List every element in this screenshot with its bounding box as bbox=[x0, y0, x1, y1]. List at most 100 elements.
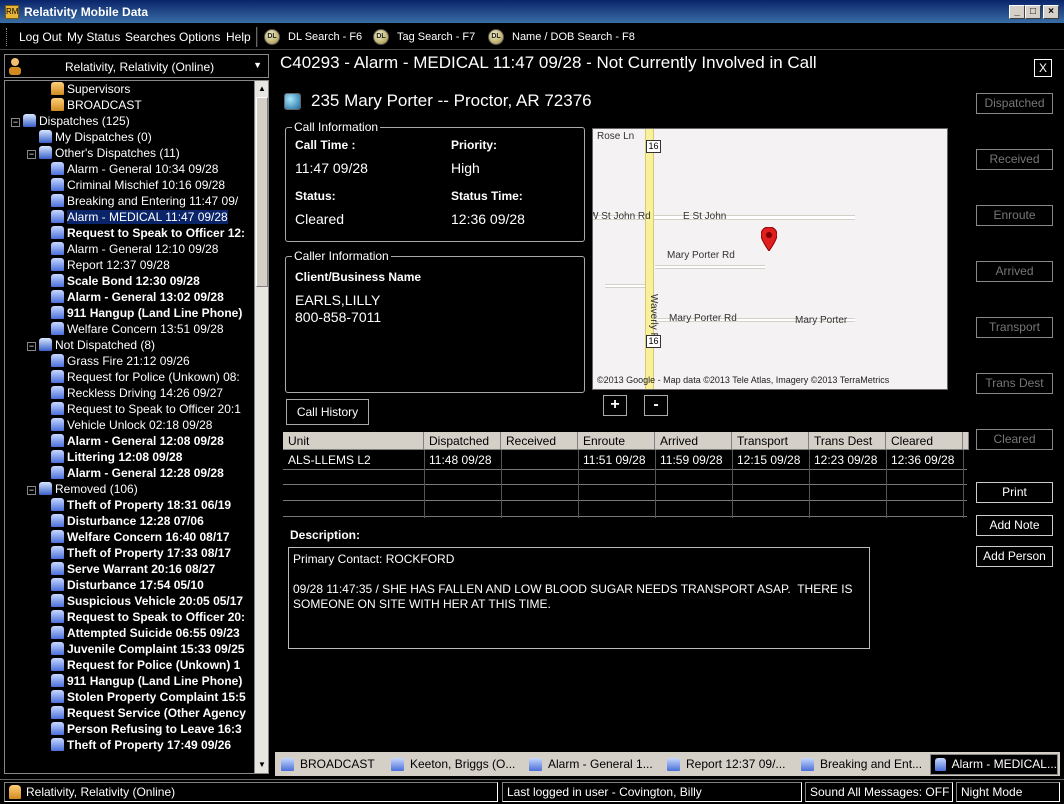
description-text[interactable]: Primary Contact: ROCKFORD 09/28 11:47:35… bbox=[288, 547, 870, 649]
minimize-button[interactable]: _ bbox=[1009, 5, 1025, 19]
name-dob-search-button[interactable]: DL Name / DOB Search - F8 bbox=[488, 28, 635, 46]
tree-item[interactable]: − Dispatches (125) bbox=[11, 113, 130, 129]
column-header[interactable]: Transport bbox=[732, 432, 809, 450]
tree-item[interactable]: Disturbance 12:28 07/06 bbox=[51, 513, 204, 529]
tree-item[interactable]: Theft of Property 17:33 08/17 bbox=[51, 545, 231, 561]
tree-item[interactable]: Criminal Mischief 10:16 09/28 bbox=[51, 177, 225, 193]
column-header[interactable]: Arrived bbox=[655, 432, 732, 450]
tree-item[interactable]: Alarm - General 12:28 09/28 bbox=[51, 465, 224, 481]
tree-item[interactable]: Grass Fire 21:12 09/26 bbox=[51, 353, 190, 369]
tree-item[interactable]: Request to Speak to Officer 20: bbox=[51, 609, 245, 625]
column-header[interactable]: Enroute bbox=[578, 432, 655, 450]
scroll-down-icon[interactable]: ▼ bbox=[256, 758, 268, 772]
column-header[interactable]: Cleared bbox=[886, 432, 963, 450]
column-header[interactable]: Dispatched bbox=[424, 432, 501, 450]
tree-scrollbar[interactable]: ▲ ▼ bbox=[254, 80, 269, 774]
status-button-transport[interactable]: Transport bbox=[976, 317, 1053, 338]
collapse-icon[interactable]: − bbox=[27, 150, 36, 159]
collapse-icon[interactable]: − bbox=[11, 118, 20, 127]
table-cell[interactable]: 12:23 09/28 bbox=[809, 453, 886, 468]
tree-item[interactable]: 911 Hangup (Land Line Phone) bbox=[51, 673, 242, 689]
tree-item[interactable]: Request to Speak to Officer 20:1 bbox=[51, 401, 241, 417]
status-button-enroute[interactable]: Enroute bbox=[976, 205, 1053, 226]
column-header[interactable]: Unit bbox=[283, 432, 424, 450]
table-cell[interactable]: 11:48 09/28 bbox=[424, 453, 501, 468]
status-button-dispatched[interactable]: Dispatched bbox=[976, 93, 1053, 114]
menu-searches[interactable]: Searches bbox=[125, 30, 176, 44]
table-cell[interactable]: 12:15 09/28 bbox=[732, 453, 809, 468]
tree-item[interactable]: Person Refusing to Leave 16:3 bbox=[51, 721, 242, 737]
call-tab[interactable]: Alarm - General 1... bbox=[525, 754, 657, 775]
status-button-trans-dest[interactable]: Trans Dest bbox=[976, 373, 1053, 394]
tree-item[interactable]: Serve Warrant 20:16 08/27 bbox=[51, 561, 215, 577]
table-cell[interactable]: 12:36 09/28 bbox=[886, 453, 963, 468]
call-tab[interactable]: Breaking and Ent... bbox=[797, 754, 924, 775]
tree-item[interactable]: − Not Dispatched (8) bbox=[27, 337, 155, 353]
tree-item[interactable]: Request to Speak to Officer 12: bbox=[51, 225, 245, 241]
tree-item[interactable]: Littering 12:08 09/28 bbox=[51, 449, 182, 465]
tree-item[interactable]: Scale Bond 12:30 09/28 bbox=[51, 273, 200, 289]
tree-item[interactable]: Welfare Concern 16:40 08/17 bbox=[51, 529, 230, 545]
tree-item[interactable]: Alarm - General 13:02 09/28 bbox=[51, 289, 224, 305]
status-button-print[interactable]: Print bbox=[976, 482, 1053, 503]
tree-item[interactable]: Request Service (Other Agency bbox=[51, 705, 246, 721]
tree-item[interactable]: Welfare Concern 13:51 09/28 bbox=[51, 321, 224, 337]
tree-item[interactable]: Alarm - MEDICAL 11:47 09/28 bbox=[51, 209, 228, 225]
tree-item[interactable]: Report 12:37 09/28 bbox=[51, 257, 170, 273]
tree-item[interactable]: Theft of Property 17:49 09/26 bbox=[51, 737, 231, 753]
call-tab[interactable]: Report 12:37 09/... bbox=[663, 754, 791, 775]
scroll-up-icon[interactable]: ▲ bbox=[256, 82, 268, 96]
zoom-in-button[interactable]: + bbox=[603, 395, 627, 416]
status-night-mode[interactable]: Night Mode bbox=[956, 782, 1060, 802]
location-map[interactable]: Rose Ln W St John Rd E St John Mary Port… bbox=[592, 128, 948, 390]
table-cell[interactable]: 11:51 09/28 bbox=[578, 453, 655, 468]
status-button-received[interactable]: Received bbox=[976, 149, 1053, 170]
table-cell[interactable]: 11:59 09/28 bbox=[655, 453, 732, 468]
menu-options[interactable]: Options bbox=[179, 30, 220, 44]
tree-item[interactable]: Attempted Suicide 06:55 09/23 bbox=[51, 625, 240, 641]
menu-log-out[interactable]: Log Out bbox=[19, 30, 62, 44]
menu-help[interactable]: Help bbox=[226, 30, 251, 44]
tree-item[interactable]: − Removed (106) bbox=[27, 481, 138, 497]
tree-item[interactable]: Theft of Property 18:31 06/19 bbox=[51, 497, 231, 513]
status-button-cleared[interactable]: Cleared bbox=[976, 429, 1053, 450]
menu-my-status[interactable]: My Status bbox=[67, 30, 120, 44]
maximize-button[interactable]: □ bbox=[1025, 5, 1041, 19]
tree-item[interactable]: Reckless Driving 14:26 09/27 bbox=[51, 385, 223, 401]
tree-item[interactable]: Vehicle Unlock 02:18 09/28 bbox=[51, 417, 212, 433]
tree-item[interactable]: Disturbance 17:54 05/10 bbox=[51, 577, 204, 593]
tag-search-button[interactable]: DL Tag Search - F7 bbox=[373, 28, 475, 46]
tree-item[interactable]: BROADCAST bbox=[51, 97, 142, 113]
column-header[interactable]: Trans Dest bbox=[809, 432, 886, 450]
close-call-button[interactable]: X bbox=[1034, 59, 1052, 77]
tree-item[interactable]: Breaking and Entering 11:47 09/ bbox=[51, 193, 238, 209]
table-cell[interactable]: ALS-LLEMS L2 bbox=[283, 453, 424, 468]
tree-item[interactable]: Suspicious Vehicle 20:05 05/17 bbox=[51, 593, 243, 609]
zoom-out-button[interactable]: - bbox=[644, 395, 668, 416]
unit-selector[interactable]: Relativity, Relativity (Online) ▼ bbox=[4, 54, 269, 78]
tree-item[interactable]: 911 Hangup (Land Line Phone) bbox=[51, 305, 242, 321]
collapse-icon[interactable]: − bbox=[27, 342, 36, 351]
tree-item[interactable]: My Dispatches (0) bbox=[39, 129, 152, 145]
close-window-button[interactable]: × bbox=[1043, 5, 1059, 19]
status-button-add-note[interactable]: Add Note bbox=[976, 515, 1053, 536]
call-tab[interactable]: BROADCAST bbox=[277, 754, 382, 775]
tree-item[interactable]: Request for Police (Unkown) 08: bbox=[51, 369, 240, 385]
tree-item[interactable]: − Other's Dispatches (11) bbox=[27, 145, 180, 161]
tree-item[interactable]: Supervisors bbox=[51, 81, 130, 97]
dl-search-button[interactable]: DL DL Search - F6 bbox=[264, 28, 362, 46]
scroll-thumb[interactable] bbox=[256, 97, 268, 287]
column-header[interactable]: Received bbox=[501, 432, 578, 450]
call-tab[interactable]: Alarm - MEDICAL... bbox=[930, 754, 1058, 775]
call-tab[interactable]: Keeton, Briggs (O... bbox=[387, 754, 519, 775]
tree-item[interactable]: Alarm - General 10:34 09/28 bbox=[51, 161, 218, 177]
tree-item[interactable]: Alarm - General 12:10 09/28 bbox=[51, 241, 218, 257]
tree-item[interactable]: Alarm - General 12:08 09/28 bbox=[51, 433, 224, 449]
tree-item[interactable]: Request for Police (Unkown) 1 bbox=[51, 657, 240, 673]
collapse-icon[interactable]: − bbox=[27, 486, 36, 495]
status-sound[interactable]: Sound All Messages: OFF bbox=[805, 782, 953, 802]
table-cell[interactable] bbox=[501, 453, 578, 468]
call-history-button[interactable]: Call History bbox=[286, 399, 369, 425]
status-button-arrived[interactable]: Arrived bbox=[976, 261, 1053, 282]
tree-item[interactable]: Stolen Property Complaint 15:5 bbox=[51, 689, 246, 705]
